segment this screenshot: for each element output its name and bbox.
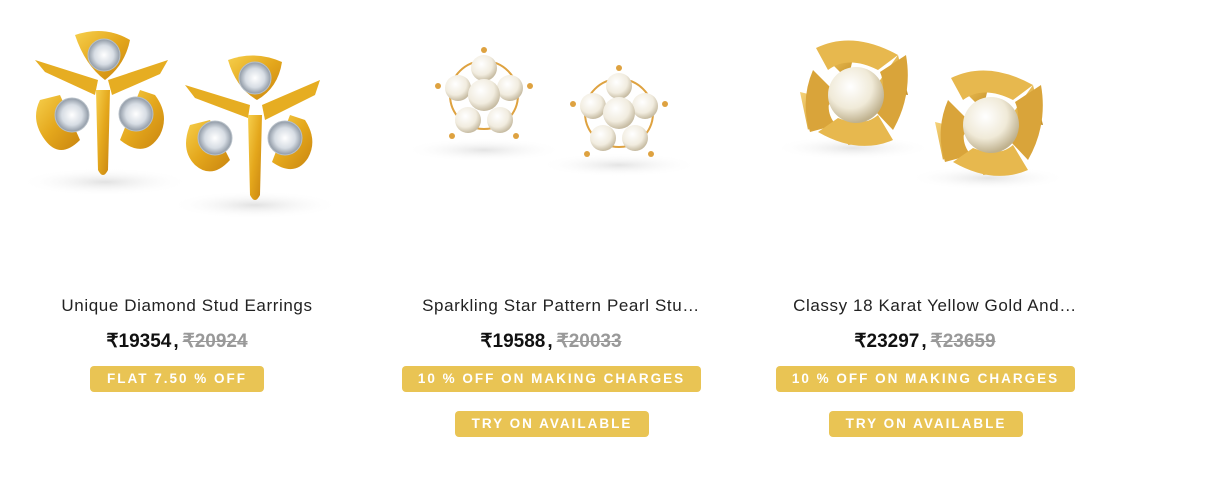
product-title[interactable]: Sparkling Star Pattern Pearl Stu… — [394, 296, 728, 316]
product-title[interactable]: Unique Diamond Stud Earrings — [20, 296, 354, 316]
old-price: ₹20924 — [182, 331, 248, 352]
price-separator: , — [547, 331, 553, 352]
current-price: ₹19354 — [106, 331, 172, 352]
price-row: ₹19588, ₹20033 — [374, 330, 728, 353]
current-price: ₹19588 — [480, 331, 546, 352]
try-on-button[interactable]: TRY ON AVAILABLE — [455, 411, 649, 437]
product-image[interactable] — [748, 0, 1122, 270]
price-row: ₹23297, ₹23659 — [748, 330, 1102, 353]
product-title[interactable]: Classy 18 Karat Yellow Gold And… — [768, 296, 1102, 316]
current-price: ₹23297 — [854, 331, 920, 352]
price-row: ₹19354, ₹20924 — [0, 330, 354, 353]
product-image[interactable] — [374, 0, 748, 270]
price-separator: , — [173, 331, 179, 352]
product-card[interactable]: Classy 18 Karat Yellow Gold And… ₹23297,… — [748, 0, 1122, 484]
offer-badge: 10 % OFF ON MAKING CHARGES — [776, 366, 1075, 392]
old-price: ₹20033 — [556, 331, 622, 352]
price-separator: , — [921, 331, 927, 352]
old-price: ₹23659 — [930, 331, 996, 352]
product-image[interactable] — [0, 0, 374, 270]
offer-badge: FLAT 7.50 % OFF — [90, 366, 264, 392]
product-card[interactable]: Sparkling Star Pattern Pearl Stu… ₹19588… — [374, 0, 748, 484]
product-card[interactable]: Unique Diamond Stud Earrings ₹19354, ₹209… — [0, 0, 374, 484]
offer-badge: 10 % OFF ON MAKING CHARGES — [402, 366, 701, 392]
try-on-button[interactable]: TRY ON AVAILABLE — [829, 411, 1023, 437]
product-grid: Unique Diamond Stud Earrings ₹19354, ₹209… — [0, 0, 1215, 484]
